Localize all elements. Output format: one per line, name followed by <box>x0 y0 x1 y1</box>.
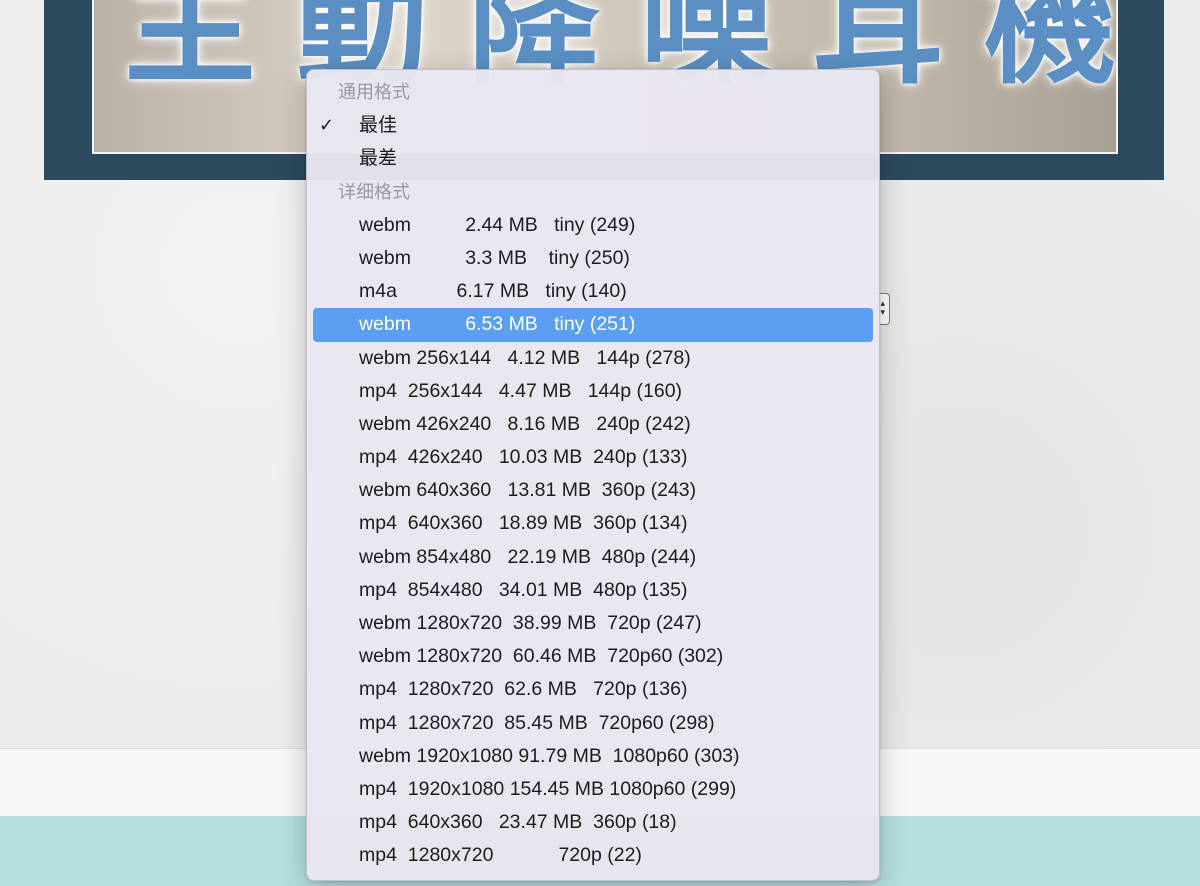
format-option[interactable]: mp4 640x360 23.47 MB 360p (18) <box>313 806 873 839</box>
format-option[interactable]: webm 426x240 8.16 MB 240p (242) <box>313 408 873 441</box>
format-option[interactable]: webm 854x480 22.19 MB 480p (244) <box>313 541 873 574</box>
format-option[interactable]: webm 1920x1080 91.79 MB 1080p60 (303) <box>313 740 873 773</box>
format-option-label: mp4 1920x1080 154.45 MB 1080p60 (299) <box>359 777 737 800</box>
format-option[interactable]: webm 1280x720 38.99 MB 720p (247) <box>313 607 873 640</box>
format-option-label: webm 1280x720 60.46 MB 720p60 (302) <box>359 645 724 668</box>
format-option[interactable]: mp4 1280x720 62.6 MB 720p (136) <box>313 673 873 706</box>
format-option-label: mp4 1280x720 62.6 MB 720p (136) <box>359 678 688 701</box>
format-option[interactable]: webm 256x144 4.12 MB 144p (278) <box>313 342 873 375</box>
format-option[interactable]: mp4 426x240 10.03 MB 240p (133) <box>313 441 873 474</box>
format-option[interactable]: 最差 <box>313 142 873 175</box>
format-option-label: webm 640x360 13.81 MB 360p (243) <box>359 479 697 502</box>
format-option-label: webm 1920x1080 91.79 MB 1080p60 (303) <box>359 744 740 767</box>
group-header: 详细格式 <box>338 181 410 203</box>
format-option[interactable]: ✓ 最佳 <box>313 109 873 142</box>
format-option[interactable]: mp4 854x480 34.01 MB 480p (135) <box>313 574 873 607</box>
format-option-label: mp4 1280x720 720p (22) <box>359 844 642 867</box>
format-option[interactable]: webm 640x360 13.81 MB 360p (243) <box>313 474 873 507</box>
format-option-label: webm 2.44 MB tiny (249) <box>359 213 636 236</box>
format-option[interactable]: webm 1280x720 60.46 MB 720p60 (302) <box>313 640 873 673</box>
format-option[interactable]: m4a 6.17 MB tiny (140) <box>313 275 873 308</box>
chevron-up-down-icon: ▴ ▾ <box>880 299 885 318</box>
format-option[interactable]: mp4 256x144 4.47 MB 144p (160) <box>313 375 873 408</box>
format-dropdown-menu[interactable]: 通用格式 ✓ 最佳 最差 详细格式 webm 2.44 MB tiny (249) webm… <box>306 69 880 881</box>
format-option-label: webm 6.53 MB tiny (251) <box>359 313 636 336</box>
format-option-label: mp4 854x480 34.01 MB 480p (135) <box>359 578 688 601</box>
format-option[interactable]: mp4 640x360 18.89 MB 360p (134) <box>313 507 873 540</box>
format-option-label: webm 256x144 4.12 MB 144p (278) <box>359 346 691 369</box>
format-option-label: webm 854x480 22.19 MB 480p (244) <box>359 545 697 568</box>
format-option[interactable]: mp4 1280x720 85.45 MB 720p60 (298) <box>313 707 873 740</box>
format-option-label: 最差 <box>359 147 398 170</box>
format-option-label: mp4 426x240 10.03 MB 240p (133) <box>359 446 688 469</box>
format-option[interactable]: webm 2.44 MB tiny (249) <box>313 209 873 242</box>
format-option-label: mp4 1280x720 85.45 MB 720p60 (298) <box>359 711 715 734</box>
format-option-label: 最佳 <box>359 114 398 137</box>
format-option[interactable]: mp4 1920x1080 154.45 MB 1080p60 (299) <box>313 773 873 806</box>
format-option-label: mp4 640x360 18.89 MB 360p (134) <box>359 512 688 535</box>
format-option[interactable]: webm 6.53 MB tiny (251) <box>313 308 873 342</box>
format-option[interactable]: webm 3.3 MB tiny (250) <box>313 242 873 275</box>
checkmark-icon: ✓ <box>319 115 335 137</box>
format-option-label: mp4 640x360 23.47 MB 360p (18) <box>359 811 677 834</box>
format-option-label: webm 1280x720 38.99 MB 720p (247) <box>359 612 702 634</box>
format-option-label: webm 426x240 8.16 MB 240p (242) <box>359 412 691 435</box>
format-option-label: mp4 256x144 4.47 MB 144p (160) <box>359 379 683 402</box>
format-option[interactable]: mp4 1280x720 720p (22) <box>313 839 873 872</box>
format-option-label: webm 3.3 MB tiny (250) <box>359 246 630 269</box>
format-option-label: m4a 6.17 MB tiny (140) <box>359 280 627 303</box>
group-header: 通用格式 <box>338 82 410 103</box>
